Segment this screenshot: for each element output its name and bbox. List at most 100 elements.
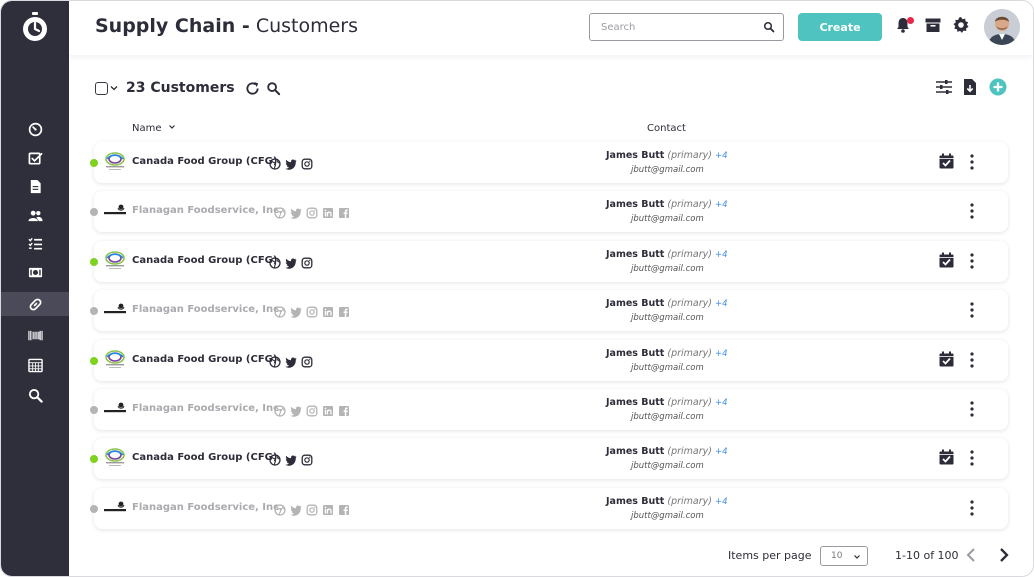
globe-icon[interactable] [269, 254, 281, 273]
facebook-icon[interactable] [338, 501, 350, 520]
chevron-down-icon[interactable] [110, 84, 118, 92]
refresh-icon[interactable] [245, 81, 260, 96]
calendar-check-icon[interactable] [938, 153, 955, 170]
contact-email[interactable]: jbutt@gmail.com [631, 461, 704, 471]
more-contacts-link[interactable]: +4 [715, 349, 728, 359]
more-options-icon[interactable] [968, 351, 976, 369]
twitter-icon[interactable] [290, 501, 302, 520]
more-options-icon[interactable] [968, 499, 976, 517]
globe-icon[interactable] [269, 353, 281, 372]
nav-users[interactable] [1, 203, 69, 227]
contact-name[interactable]: James Butt [606, 150, 664, 161]
customer-name[interactable]: Flanagan Foodservice, Inc. [132, 304, 283, 315]
more-contacts-link[interactable]: +4 [715, 447, 728, 457]
search-input[interactable] [590, 14, 755, 40]
linkedin-icon[interactable] [322, 402, 334, 421]
search-box[interactable] [589, 13, 784, 41]
add-customer-icon[interactable] [989, 78, 1007, 96]
contact-email[interactable]: jbutt@gmail.com [631, 511, 704, 521]
more-contacts-link[interactable]: +4 [715, 151, 728, 161]
customer-name[interactable]: Flanagan Foodservice, Inc. [132, 205, 283, 216]
download-file-icon[interactable] [961, 78, 979, 96]
instagram-icon[interactable] [301, 353, 313, 372]
sort-chevron-icon[interactable] [168, 123, 176, 131]
twitter-icon[interactable] [285, 353, 297, 372]
facebook-icon[interactable] [338, 402, 350, 421]
customer-name[interactable]: Flanagan Foodservice, Inc. [132, 403, 283, 414]
globe-icon[interactable] [274, 303, 286, 322]
customer-name[interactable]: Canada Food Group (CFG) [132, 156, 277, 167]
nav-finance[interactable] [1, 260, 69, 284]
customer-name[interactable]: Canada Food Group (CFG) [132, 354, 277, 365]
contact-name[interactable]: James Butt [606, 446, 664, 457]
customer-row[interactable]: Canada Food Group (CFG) James Butt (prim… [90, 240, 1008, 282]
nav-inventory[interactable] [1, 323, 69, 347]
items-per-page-select[interactable]: 10 [820, 546, 868, 566]
contact-name[interactable]: James Butt [606, 348, 664, 359]
more-options-icon[interactable] [968, 202, 976, 220]
more-contacts-link[interactable]: +4 [715, 299, 728, 309]
linkedin-icon[interactable] [322, 501, 334, 520]
instagram-icon[interactable] [306, 402, 318, 421]
select-all-checkbox[interactable] [95, 81, 108, 95]
user-avatar[interactable] [984, 9, 1020, 45]
app-logo[interactable] [22, 12, 48, 42]
twitter-icon[interactable] [285, 155, 297, 174]
linkedin-icon[interactable] [322, 303, 334, 322]
search-icon[interactable] [763, 21, 775, 33]
more-contacts-link[interactable]: +4 [715, 497, 728, 507]
customer-name[interactable]: Flanagan Foodservice, Inc. [132, 502, 283, 513]
calendar-check-icon[interactable] [938, 252, 955, 269]
facebook-icon[interactable] [338, 303, 350, 322]
more-options-icon[interactable] [968, 449, 976, 467]
more-contacts-link[interactable]: +4 [715, 200, 728, 210]
more-options-icon[interactable] [968, 400, 976, 418]
nav-supply-chain[interactable] [1, 292, 69, 316]
contact-name[interactable]: James Butt [606, 496, 664, 507]
customer-name[interactable]: Canada Food Group (CFG) [132, 255, 277, 266]
instagram-icon[interactable] [306, 501, 318, 520]
globe-icon[interactable] [269, 155, 281, 174]
more-options-icon[interactable] [968, 153, 976, 171]
customer-row[interactable]: Flanagan Foodservice, Inc. James Butt (p… [90, 191, 1008, 233]
nav-list[interactable] [1, 231, 69, 255]
contact-email[interactable]: jbutt@gmail.com [631, 363, 704, 373]
contact-name[interactable]: James Butt [606, 397, 664, 408]
customer-row[interactable]: Flanagan Foodservice, Inc. James Butt (p… [90, 487, 1008, 529]
prev-page-button[interactable] [965, 547, 977, 563]
more-options-icon[interactable] [968, 301, 976, 319]
globe-icon[interactable] [274, 402, 286, 421]
archive-icon[interactable] [924, 16, 942, 34]
calendar-check-icon[interactable] [938, 449, 955, 466]
nav-dashboard[interactable] [1, 117, 69, 141]
create-button[interactable]: Create [798, 13, 882, 41]
nav-documents[interactable] [1, 174, 69, 198]
contact-email[interactable]: jbutt@gmail.com [631, 214, 704, 224]
nav-tasks[interactable] [1, 146, 69, 170]
column-header-name[interactable]: Name [132, 123, 176, 134]
instagram-icon[interactable] [301, 451, 313, 470]
facebook-icon[interactable] [338, 204, 350, 223]
nav-calendar[interactable] [1, 353, 69, 377]
contact-email[interactable]: jbutt@gmail.com [631, 412, 704, 422]
search-icon[interactable] [266, 81, 281, 96]
contact-email[interactable]: jbutt@gmail.com [631, 313, 704, 323]
next-page-button[interactable] [998, 547, 1010, 563]
twitter-icon[interactable] [290, 204, 302, 223]
filter-sliders-icon[interactable] [935, 78, 953, 96]
more-contacts-link[interactable]: +4 [715, 398, 728, 408]
customer-name[interactable]: Canada Food Group (CFG) [132, 452, 277, 463]
contact-email[interactable]: jbutt@gmail.com [631, 264, 704, 274]
instagram-icon[interactable] [301, 254, 313, 273]
twitter-icon[interactable] [290, 402, 302, 421]
contact-name[interactable]: James Butt [606, 298, 664, 309]
customer-row[interactable]: Canada Food Group (CFG) James Butt (prim… [90, 438, 1008, 480]
instagram-icon[interactable] [306, 303, 318, 322]
customer-row[interactable]: Flanagan Foodservice, Inc. James Butt (p… [90, 290, 1008, 332]
twitter-icon[interactable] [290, 303, 302, 322]
instagram-icon[interactable] [306, 204, 318, 223]
nav-search[interactable] [1, 383, 69, 407]
globe-icon[interactable] [274, 204, 286, 223]
twitter-icon[interactable] [285, 451, 297, 470]
customer-row[interactable]: Flanagan Foodservice, Inc. James Butt (p… [90, 389, 1008, 430]
